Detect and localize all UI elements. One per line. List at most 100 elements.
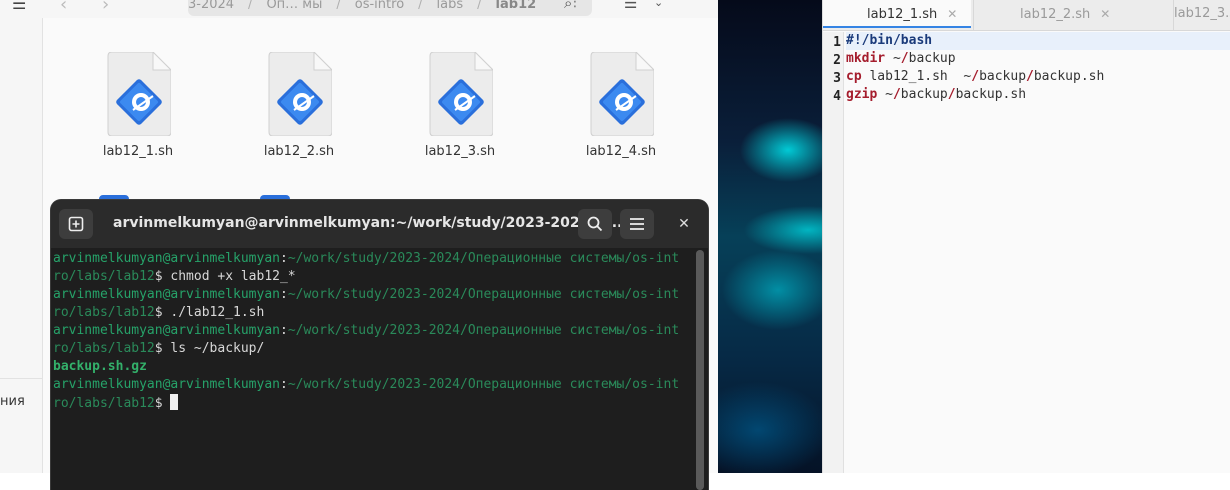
- line-number: 3: [833, 71, 841, 86]
- prompt-cwd: ~/work/study/2023-2024/Операционные сист…: [287, 251, 680, 266]
- path-separator: /: [947, 87, 956, 102]
- path-separator: /: [900, 51, 909, 66]
- terminal-search-button[interactable]: [578, 209, 612, 239]
- path-current-segment[interactable]: lab12: [496, 0, 537, 12]
- code-line: #!/bin/bash: [846, 32, 1230, 50]
- code-text: backup.sh: [1033, 69, 1105, 84]
- code-area[interactable]: #!/bin/bash mkdir ~/backup cp lab12_1.sh…: [846, 32, 1230, 104]
- path-separator: /: [971, 69, 980, 84]
- shebang: #!/bin/bash: [846, 33, 933, 48]
- tab-label: lab12_1.sh: [867, 7, 938, 22]
- close-tab-icon[interactable]: ✕: [1100, 7, 1110, 21]
- line-number: 1: [833, 35, 841, 50]
- path-segment[interactable]: labs: [437, 0, 464, 12]
- path-segment[interactable]: os-intro: [355, 0, 404, 12]
- line-number: 2: [833, 53, 841, 68]
- path-separator: /: [892, 87, 901, 102]
- text-cursor: [170, 394, 179, 410]
- path-separator: /: [336, 0, 341, 12]
- close-icon[interactable]: ✕: [673, 213, 695, 235]
- sidebar: ☰ ния: [0, 0, 43, 473]
- prompt-cwd: ~/work/study/2023-2024/Операционные сист…: [287, 323, 680, 338]
- back-icon[interactable]: ‹: [60, 0, 67, 15]
- code-line: cp lab12_1.sh ~/backup/backup.sh: [846, 68, 1230, 86]
- file-item[interactable]: lab12_3.sh: [400, 50, 520, 159]
- file-item[interactable]: lab12_4.sh: [561, 50, 681, 159]
- hamburger-menu-icon: [630, 218, 644, 230]
- path-segment[interactable]: 3-2024: [188, 0, 234, 12]
- terminal-line: arvinmelkumyan@arvinmelkumyan:~/work/stu…: [53, 323, 680, 338]
- line-number-gutter: 1 2 3 4: [823, 32, 844, 473]
- shell-script-icon: [105, 50, 173, 137]
- tab-lab12-1[interactable]: lab12_1.sh ✕: [823, 0, 971, 28]
- scrollbar-thumb[interactable]: [696, 250, 704, 490]
- file-item[interactable]: lab12_2.sh: [239, 50, 359, 159]
- file-name: lab12_4.sh: [585, 144, 657, 159]
- code-text: backup: [900, 87, 948, 102]
- path-separator: /: [477, 0, 482, 12]
- code-text: backup: [908, 51, 956, 66]
- chevron-down-icon[interactable]: ⌄: [654, 0, 663, 9]
- prompt-cwd: ~/work/study/2023-2024/Операционные сист…: [287, 377, 680, 392]
- search-icon: [587, 216, 603, 232]
- terminal-line: ro/labs/lab12$ ./lab12_1.sh: [53, 305, 265, 320]
- prompt-cwd: ro/labs/lab12: [53, 396, 155, 411]
- keyword: mkdir: [846, 51, 886, 66]
- shell-script-icon: [588, 50, 656, 137]
- file-item[interactable]: lab12_1.sh: [78, 50, 198, 159]
- file-name: lab12_3.sh: [424, 144, 496, 159]
- path-segment[interactable]: Оп… мы: [266, 0, 322, 12]
- forward-icon[interactable]: ›: [102, 0, 109, 15]
- path-separator: /: [248, 0, 253, 12]
- close-tab-icon[interactable]: ✕: [947, 7, 957, 21]
- code-text: ~: [885, 51, 901, 66]
- prompt-cwd: ro/labs/lab12: [53, 269, 155, 284]
- prompt-cwd: ro/labs/lab12: [53, 341, 155, 356]
- path-separator: /: [1026, 69, 1034, 84]
- terminal-line: ro/labs/lab12$ ls ~/backup/: [53, 341, 265, 356]
- prompt-cwd: ~/work/study/2023-2024/Операционные сист…: [287, 287, 680, 302]
- terminal-output[interactable]: arvinmelkumyan@arvinmelkumyan:~/work/stu…: [53, 250, 693, 412]
- command-text: ./lab12_1.sh: [170, 305, 265, 320]
- prompt-cwd: ro/labs/lab12: [53, 305, 155, 320]
- terminal-line: arvinmelkumyan@arvinmelkumyan:~/work/stu…: [53, 377, 680, 392]
- desktop-wallpaper: [718, 0, 822, 473]
- list-view-icon[interactable]: ☰: [624, 0, 637, 12]
- terminal-menu-button[interactable]: [620, 209, 654, 239]
- code-text: lab12_1.sh ~: [861, 69, 972, 84]
- menu-icon[interactable]: ☰: [12, 0, 26, 13]
- path-bar[interactable]: 3-2024 / Оп… мы / os-intro / labs / lab1…: [188, 0, 592, 16]
- ls-output: backup.sh.gz: [53, 359, 147, 374]
- tab-label: lab12_3.sh: [1174, 6, 1230, 21]
- file-name: lab12_2.sh: [263, 144, 335, 159]
- tab-label: lab12_2.sh: [1020, 7, 1091, 22]
- command-text: chmod +x lab12_*: [170, 269, 296, 284]
- terminal-line: ro/labs/lab12$ chmod +x lab12_*: [53, 269, 296, 284]
- tab-lab12-2[interactable]: lab12_2.sh ✕: [973, 0, 1173, 30]
- shell-script-icon: [427, 50, 495, 137]
- code-line: mkdir ~/backup: [846, 50, 1230, 68]
- keyword: cp: [846, 69, 862, 84]
- prompt-user-host: arvinmelkumyan@arvinmelkumyan: [53, 377, 280, 392]
- code-text: backup.sh: [955, 87, 1027, 102]
- shell-script-icon: [266, 50, 334, 137]
- keyword: gzip: [846, 87, 878, 102]
- code-text: ~: [877, 87, 893, 102]
- tab-bar: lab12_1.sh ✕ lab12_2.sh ✕ lab12_3.sh: [823, 0, 1230, 31]
- command-text: ls ~/backup/: [170, 341, 265, 356]
- prompt-user-host: arvinmelkumyan@arvinmelkumyan: [53, 287, 280, 302]
- search-icon[interactable]: ⌕: [564, 0, 572, 12]
- text-editor-window: lab12_1.sh ✕ lab12_2.sh ✕ lab12_3.sh 1 2 3…: [822, 0, 1230, 473]
- new-tab-icon: [68, 216, 84, 232]
- sidebar-item-label[interactable]: ния: [0, 394, 25, 409]
- terminal-window: arvinmelkumyan@arvinmelkumyan:~/work/stu…: [51, 200, 708, 490]
- code-line: gzip ~/backup/backup.sh: [846, 86, 1230, 104]
- code-text: backup: [979, 69, 1027, 84]
- scrollbar[interactable]: [696, 250, 704, 490]
- terminal-line: arvinmelkumyan@arvinmelkumyan:~/work/stu…: [53, 251, 680, 266]
- new-tab-button[interactable]: [59, 209, 93, 239]
- terminal-title: arvinmelkumyan@arvinmelkumyan:~/work/stu…: [113, 215, 623, 231]
- header-bar: ‹ › 3-2024 / Оп… мы / os-intro / labs / …: [42, 0, 718, 18]
- sidebar-divider: [0, 378, 42, 379]
- tab-lab12-3[interactable]: lab12_3.sh: [1173, 0, 1230, 30]
